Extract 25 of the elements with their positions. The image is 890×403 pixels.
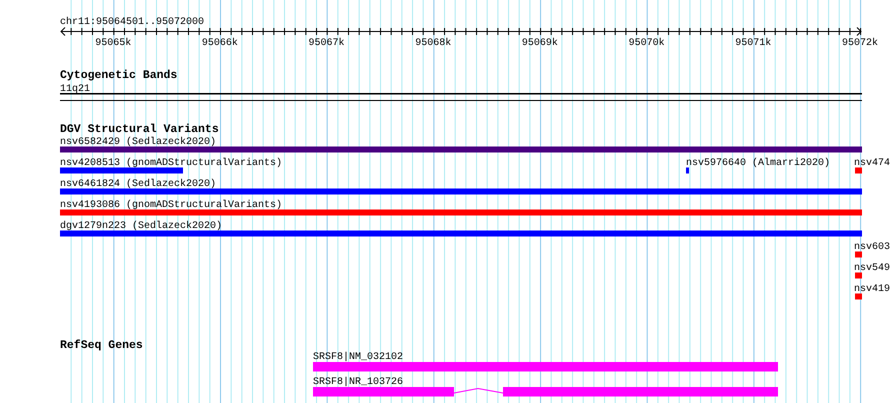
track-title: Cytogenetic Bands: [60, 69, 178, 82]
variant-label: nsv603: [854, 242, 890, 253]
gene-label: SRSF8|NM_032102: [313, 352, 404, 363]
variant-label: dgv1279n223 (Sedlazeck2020): [60, 221, 222, 232]
variant-label: nsv5976640 (Almarri2020): [686, 158, 830, 169]
tick-label: 95072k: [842, 38, 878, 49]
variant-label: nsv474: [854, 158, 890, 169]
tick-label: 95068k: [415, 38, 452, 49]
band-label: 11q21: [60, 84, 90, 95]
variant-label: nsv419: [854, 284, 890, 295]
tick-label: 95071k: [735, 38, 772, 49]
variant-label: nsv4208513 (gnomADStructuralVariants): [60, 158, 282, 169]
tick-label: 95069k: [522, 38, 558, 49]
tick-label: 95067k: [308, 38, 345, 49]
tick-label: 95070k: [628, 38, 665, 49]
tick-label: 95065k: [95, 38, 132, 49]
variant-label: nsv6461824 (Sedlazeck2020): [60, 179, 216, 190]
tick-label: 95066k: [202, 38, 238, 49]
gene-label: SRSF8|NR_103726: [313, 377, 404, 388]
track-title: RefSeq Genes: [60, 339, 143, 352]
variant-label: nsv549: [854, 263, 890, 274]
track-title: DGV Structural Variants: [60, 123, 219, 136]
region-label: chr11:95064501..95072000: [60, 17, 204, 28]
variant-label: nsv6582429 (Sedlazeck2020): [60, 137, 216, 148]
variant-label: nsv4193086 (gnomADStructuralVariants): [60, 200, 282, 211]
